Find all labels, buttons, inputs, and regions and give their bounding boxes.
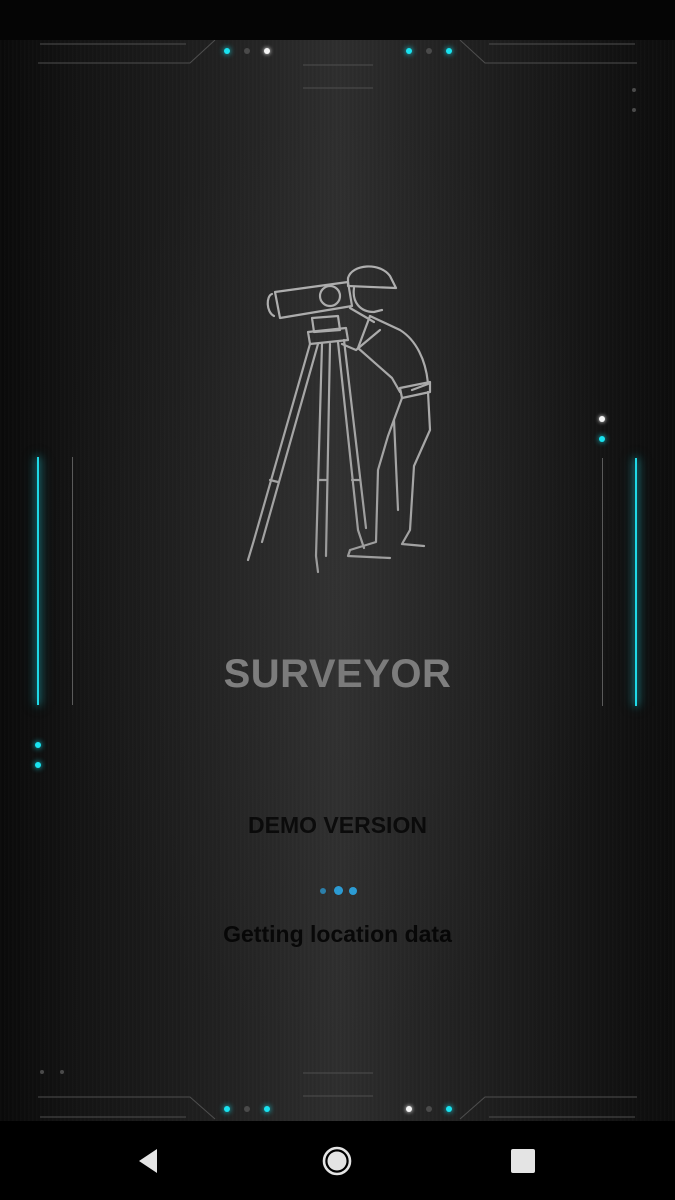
recents-button[interactable]	[503, 1141, 543, 1181]
home-circle-icon	[322, 1146, 352, 1176]
frame-indicator-dot	[264, 48, 270, 54]
frame-indicator-dot	[244, 48, 250, 54]
right-indicator-dot	[599, 436, 605, 442]
app-title: SURVEYOR	[223, 652, 452, 696]
loading-dots-icon	[318, 885, 362, 897]
frame-indicator-dot	[426, 1106, 432, 1112]
home-button[interactable]	[317, 1141, 357, 1181]
back-button[interactable]	[129, 1141, 169, 1181]
frame-indicator-dot	[446, 1106, 452, 1112]
status-bar	[0, 0, 675, 40]
surveyor-with-theodolite-icon	[246, 265, 432, 574]
loading-dot	[334, 886, 343, 895]
version-label: DEMO VERSION	[248, 812, 427, 838]
splash-background: SURVEYOR DEMO VERSION Getting location d…	[0, 40, 675, 1121]
loading-dot	[320, 888, 326, 894]
frame-indicator-dot	[264, 1106, 270, 1112]
frame-indicator-dot	[244, 1106, 250, 1112]
frame-indicator-dot	[632, 108, 636, 112]
top-frame-decoration	[38, 40, 637, 89]
frame-indicator-dot	[406, 48, 412, 54]
frame-indicator-dot	[406, 1106, 412, 1112]
splash-screen: SURVEYOR DEMO VERSION Getting location d…	[0, 0, 675, 1200]
frame-indicator-dot	[40, 1070, 44, 1074]
frame-indicator-dot	[632, 88, 636, 92]
right-indicator-dot	[599, 416, 605, 422]
frame-indicator-dot	[426, 48, 432, 54]
recents-square-icon	[511, 1149, 535, 1173]
frame-indicator-dot	[60, 1070, 64, 1074]
frame-indicator-dot	[224, 1106, 230, 1112]
frame-indicator-dot	[446, 48, 452, 54]
frame-indicator-dot	[224, 48, 230, 54]
navigation-bar	[0, 1121, 675, 1200]
back-triangle-icon	[139, 1149, 157, 1173]
loading-dot	[349, 887, 357, 895]
loading-status-text: Getting location data	[223, 921, 452, 947]
bottom-frame-decoration	[38, 1072, 637, 1120]
left-indicator-dot	[35, 742, 41, 748]
left-indicator-dot	[35, 762, 41, 768]
